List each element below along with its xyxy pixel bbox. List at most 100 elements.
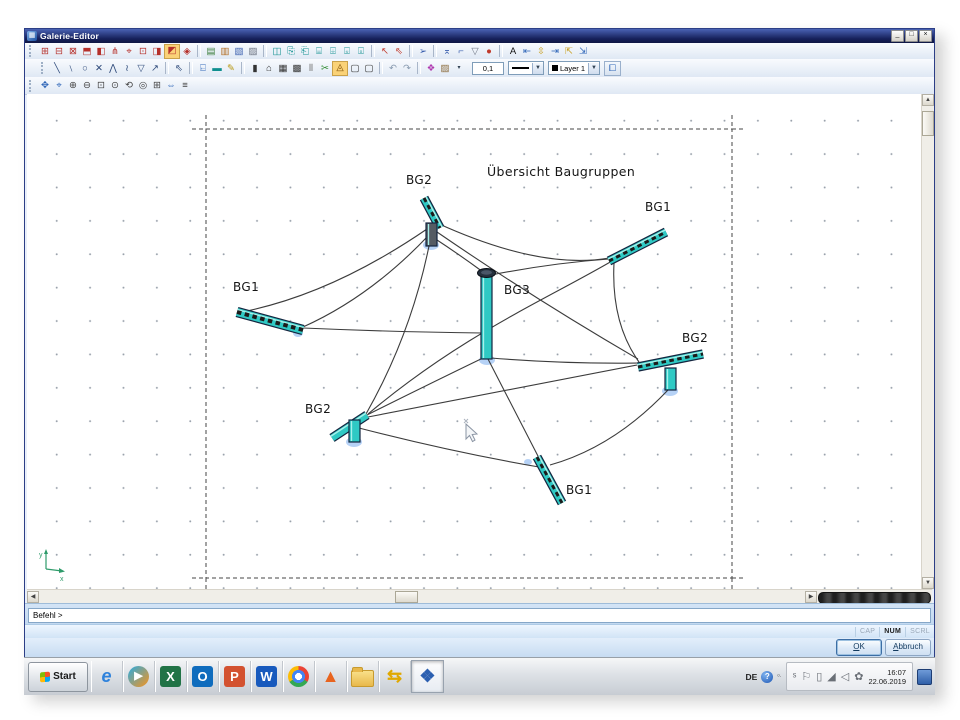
label-bg1-bottom[interactable]: BG1 [566, 483, 592, 497]
cable-mast-right[interactable] [491, 358, 638, 363]
layer-list-icon[interactable]: ≡ [178, 79, 192, 92]
fill-dropdown-icon[interactable]: ▨ [438, 62, 452, 75]
layer-manager-button[interactable]: ⧠ [604, 61, 621, 76]
network-icon[interactable]: ◢ [827, 670, 835, 684]
line-style-select[interactable]: ▼ [508, 61, 544, 75]
taskbar-app-word[interactable]: W [251, 661, 283, 692]
spline-icon[interactable]: ≀ [120, 62, 134, 75]
taskbar-app-sync-arrows[interactable]: ⇆ [379, 661, 411, 692]
close-button[interactable]: × [919, 30, 932, 42]
cable-mast-bottom[interactable] [488, 359, 540, 460]
ok-button[interactable]: OK [836, 639, 882, 656]
pan-horizontal-icon[interactable]: ⇔ [164, 79, 178, 92]
scroll-right-button[interactable]: ▶ [805, 591, 817, 603]
beam-bg1-bottom[interactable] [537, 456, 564, 503]
scroll-left-button[interactable]: ◀ [27, 591, 39, 603]
line-icon[interactable]: ╲ [50, 62, 64, 75]
mast-bg3[interactable] [478, 269, 496, 360]
cable-top-leftbeam[interactable] [303, 236, 428, 327]
zoom-selected-icon[interactable]: ◎ [136, 79, 150, 92]
import-icon[interactable]: ▧ [232, 45, 246, 58]
dim-vertical-icon[interactable]: ⇳ [534, 45, 548, 58]
taskbar-app-excel[interactable]: X [155, 661, 187, 692]
language-indicator[interactable]: DE [746, 672, 758, 682]
palette-icon[interactable]: ❖ [424, 62, 438, 75]
taskbar-app-powerpoint[interactable]: P [219, 661, 251, 692]
node-mark-icon[interactable]: ◩ [164, 44, 180, 59]
toolbar-grip[interactable] [29, 80, 34, 92]
horizontal-scrollbar[interactable]: ◀ ▶ [27, 589, 932, 604]
pointer-icon[interactable]: ➢ [416, 45, 430, 58]
scroll-down-button[interactable]: ▼ [922, 577, 934, 589]
minimize-button[interactable]: _ [891, 30, 904, 42]
dim-horizontal-icon[interactable]: ⇤ [520, 45, 534, 58]
label-bg1-left[interactable]: BG1 [233, 280, 259, 294]
toolbar-grip[interactable] [29, 45, 34, 57]
pick-add-icon[interactable]: ⇖ [392, 45, 406, 58]
line-width-input[interactable]: 0,1 [472, 62, 504, 75]
house-icon[interactable]: ⌂ [262, 62, 276, 75]
cancel-button[interactable]: Abbruch [885, 639, 931, 656]
horizontal-scroll-thumb[interactable] [395, 591, 418, 603]
taskbar-app-vlc[interactable]: ▲ [315, 661, 347, 692]
panel-hatch-icon[interactable]: ▩ [290, 62, 304, 75]
columns-icon[interactable]: ⫴ [304, 62, 318, 75]
shield-icon[interactable]: ▽ [468, 45, 482, 58]
triangle-icon[interactable]: ▽ [134, 62, 148, 75]
leader-icon[interactable]: ↗ [148, 62, 162, 75]
flag-icon[interactable]: ⚐ [801, 670, 811, 684]
beam-bg1-topright[interactable] [608, 230, 666, 261]
fill-dropdown-arrow-icon[interactable]: ▾ [452, 62, 466, 75]
erase-icon[interactable]: ✕ [92, 62, 106, 75]
zoom-out-icon[interactable]: ⊖ [80, 79, 94, 92]
help-icon[interactable]: ? [761, 671, 773, 683]
frame-b-icon[interactable]: ▢ [362, 62, 376, 75]
select-plus-icon[interactable]: ⇖ [172, 62, 186, 75]
print-icon[interactable]: ▨ [246, 45, 260, 58]
polyline-icon[interactable]: ⋀ [106, 62, 120, 75]
label-bg2-right[interactable]: BG2 [682, 331, 708, 345]
cable-top-mast[interactable] [434, 238, 483, 272]
zoom-scale-icon[interactable]: ⊞ [150, 79, 164, 92]
zoom-previous-icon[interactable]: ⟲ [122, 79, 136, 92]
undo-icon[interactable]: ↶ [386, 62, 400, 75]
command-input[interactable]: Befehl > [28, 608, 931, 623]
panel-grid-icon[interactable]: ▦ [276, 62, 290, 75]
beam-bg2-right[interactable] [638, 352, 703, 367]
edge-left-top[interactable] [242, 229, 427, 312]
vertical-scrollbar[interactable]: ▲ ▼ [921, 94, 934, 589]
node-insert-icon[interactable]: ⊞ [38, 45, 52, 58]
clip-d-icon[interactable]: ⌻ [354, 45, 368, 58]
snap-active-icon[interactable]: ◬ [332, 61, 348, 76]
node-rotate-icon[interactable]: ⊠ [66, 45, 80, 58]
pan-icon[interactable]: ✥ [38, 79, 52, 92]
frame-a-icon[interactable]: ▢ [348, 62, 362, 75]
vertical-scroll-thumb[interactable] [922, 111, 934, 136]
node-half-icon[interactable]: ⬒ [80, 45, 94, 58]
structure-drawing[interactable]: yx [27, 94, 921, 589]
layer-select[interactable]: Layer 1 ▼ [548, 61, 600, 75]
taskbar-app-file-manager[interactable] [347, 661, 379, 692]
label-bg2-top[interactable]: BG2 [406, 173, 432, 187]
zoom-in-icon[interactable]: ⊕ [66, 79, 80, 92]
zoom-extents-icon[interactable]: ⊙ [108, 79, 122, 92]
pin-icon[interactable]: ˢ [793, 670, 797, 684]
taskbar-app-media-player[interactable]: ▶ [123, 661, 155, 692]
taskbar-app-chrome[interactable] [283, 661, 315, 692]
export-icon[interactable]: ▥ [218, 45, 232, 58]
beam-bg1-left[interactable] [237, 310, 304, 330]
edge-bottomleft-bottom[interactable] [359, 428, 539, 467]
post-bg2-right[interactable] [665, 368, 676, 390]
post-bg2-top[interactable] [426, 223, 437, 246]
device-icon[interactable]: ▯ [816, 670, 822, 684]
volume-icon[interactable]: ◁ [841, 670, 849, 684]
taskbar-app-cad-app[interactable]: ❖ [411, 660, 444, 693]
chevron-down-icon[interactable]: ▼ [588, 63, 599, 74]
redo-icon[interactable]: ↷ [400, 62, 414, 75]
cable-bottomleft-right[interactable] [368, 365, 637, 417]
node-fill-icon[interactable]: ◨ [150, 45, 164, 58]
post-bg2-bottomleft[interactable] [349, 420, 360, 442]
band-icon[interactable]: ▬ [210, 62, 224, 75]
verify-icon[interactable]: ⍇ [196, 62, 210, 75]
save-icon[interactable]: ▤ [204, 45, 218, 58]
